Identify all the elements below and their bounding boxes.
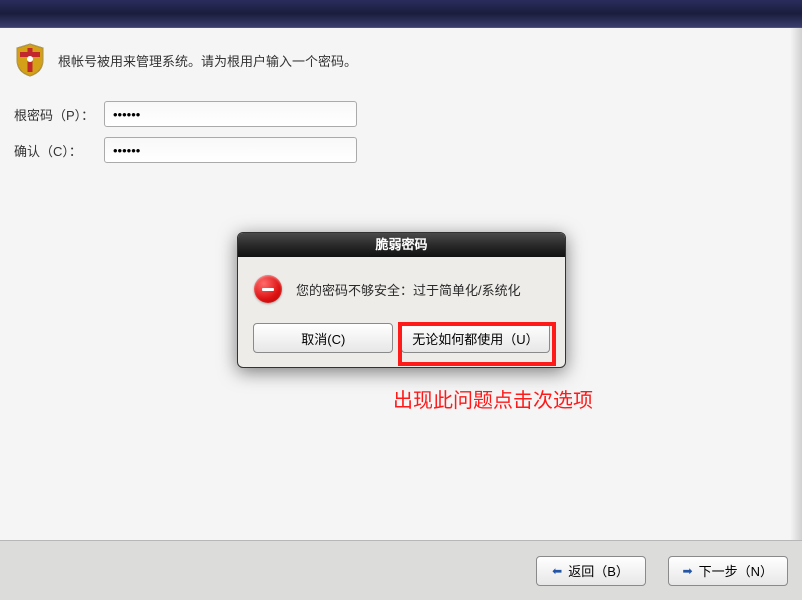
footer-bar: ⬅ 返回（B） ➡ 下一步（N）	[0, 540, 802, 600]
top-banner	[0, 0, 802, 28]
confirm-label: 确认（C）：	[14, 141, 104, 160]
annotation-text: 出现此问题点击次选项	[393, 384, 593, 413]
confirm-row: 确认（C）：	[14, 134, 788, 166]
intro-text: 根帐号被用来管理系统。请为根用户输入一个密码。	[58, 51, 357, 70]
intro-row: 根帐号被用来管理系统。请为根用户输入一个密码。	[14, 42, 788, 78]
next-button[interactable]: ➡ 下一步（N）	[668, 556, 788, 586]
dialog-message: 您的密码不够安全：过于简单化/系统化	[296, 280, 521, 299]
password-row: 根密码（P）：	[14, 98, 788, 130]
password-label: 根密码（P）：	[14, 105, 104, 124]
dialog-title: 脆弱密码	[238, 233, 565, 257]
back-button[interactable]: ⬅ 返回（B）	[536, 556, 646, 586]
back-button-label: 返回（B）	[568, 561, 629, 580]
password-input[interactable]	[104, 101, 357, 127]
use-anyway-button[interactable]: 无论如何都使用（U）	[401, 323, 549, 353]
weak-password-dialog: 脆弱密码 您的密码不够安全：过于简单化/系统化 取消(C) 无论如何都使用（U）	[237, 232, 566, 368]
cancel-button[interactable]: 取消(C)	[253, 323, 393, 353]
arrow-left-icon: ⬅	[552, 564, 562, 578]
confirm-input[interactable]	[104, 137, 357, 163]
error-icon	[254, 275, 282, 303]
dialog-body: 您的密码不够安全：过于简单化/系统化	[238, 257, 565, 313]
next-button-label: 下一步（N）	[699, 561, 773, 580]
dialog-buttons: 取消(C) 无论如何都使用（U）	[238, 313, 565, 367]
arrow-right-icon: ➡	[683, 564, 693, 578]
shield-icon	[14, 42, 46, 78]
